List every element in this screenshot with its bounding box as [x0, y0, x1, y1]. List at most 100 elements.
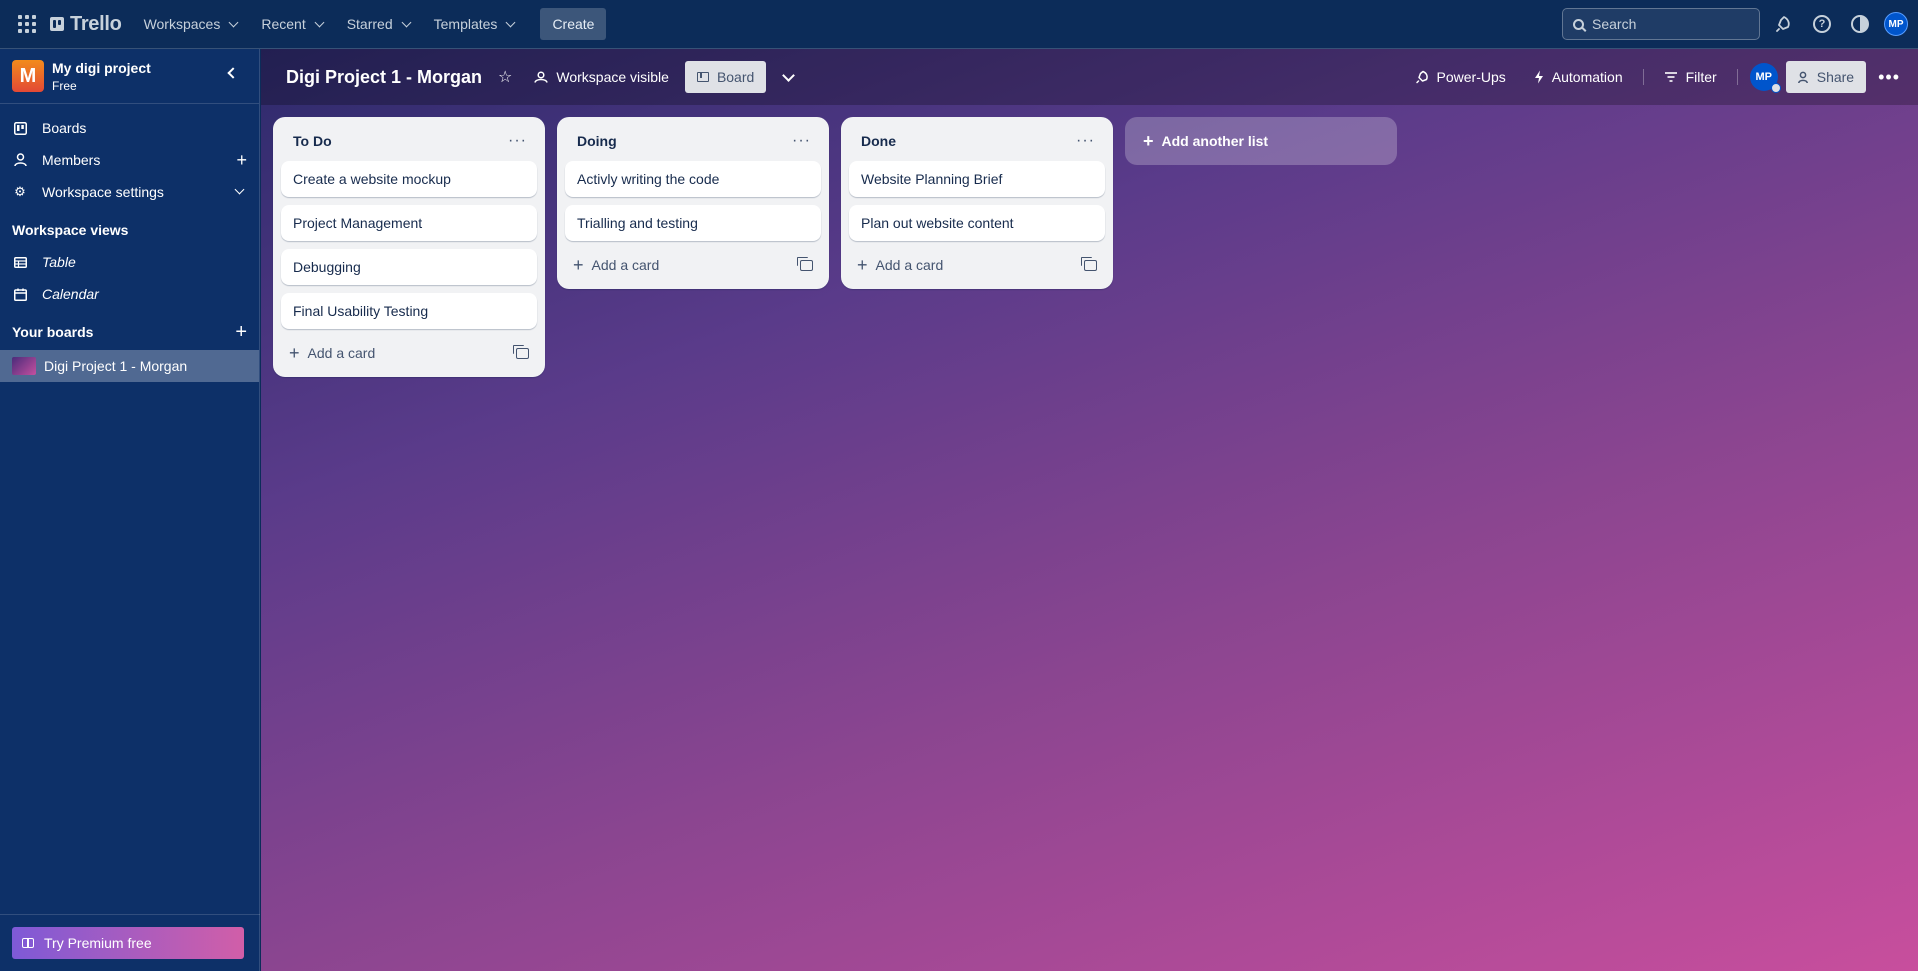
power-ups-button[interactable]: Power-Ups — [1403, 61, 1518, 93]
list-title[interactable]: To Do — [293, 133, 332, 149]
card[interactable]: Create a website mockup — [281, 161, 537, 197]
sidebar-item-label: Calendar — [42, 286, 99, 302]
admin-badge-icon — [1770, 83, 1781, 93]
list-title[interactable]: Done — [861, 133, 896, 149]
card[interactable]: Project Management — [281, 205, 537, 241]
chevron-down-icon — [781, 68, 795, 82]
sidebar-board-digi-project[interactable]: Digi Project 1 - Morgan — [0, 350, 259, 382]
search-input[interactable] — [1592, 16, 1742, 32]
create-button[interactable]: Create — [540, 8, 607, 40]
sidebar-item-members[interactable]: Members + — [0, 144, 259, 176]
calendar-icon — [12, 288, 28, 301]
nav-recent-dropdown[interactable]: Recent — [251, 8, 332, 40]
plus-icon: + — [289, 343, 300, 363]
board-header-actions: Power-Ups Automation Filter MP Share ••• — [1403, 61, 1908, 93]
visibility-button[interactable]: Workspace visible — [530, 63, 673, 91]
board-view-button[interactable]: Board — [684, 61, 767, 93]
list-doing: Doing ··· Activly writing the code Trial… — [557, 117, 829, 289]
add-card-button[interactable]: + Add a card — [289, 344, 375, 362]
sidebar-item-label: Boards — [42, 120, 87, 136]
add-card-label: Add a card — [591, 257, 660, 273]
header-divider — [1736, 69, 1738, 85]
sidebar-item-workspace-settings[interactable]: ⚙ Workspace settings — [0, 176, 259, 208]
help-button[interactable]: ? — [1808, 10, 1836, 38]
nav-workspaces-label: Workspaces — [143, 16, 221, 32]
add-card-label: Add a card — [875, 257, 944, 273]
your-boards-label: Your boards — [12, 324, 94, 340]
star-icon[interactable]: ☆ — [498, 67, 512, 87]
try-premium-label: Try Premium free — [44, 935, 152, 951]
add-card-label: Add a card — [307, 345, 376, 361]
list-menu-icon[interactable]: ··· — [1072, 130, 1099, 152]
add-card-row: + Add a card — [565, 249, 821, 281]
filter-icon — [1664, 72, 1677, 82]
theme-toggle-button[interactable] — [1846, 10, 1874, 38]
sidebar-item-boards[interactable]: Boards — [0, 112, 259, 144]
list-menu-icon[interactable]: ··· — [504, 130, 531, 152]
chevron-down-icon — [314, 17, 325, 27]
filter-button[interactable]: Filter — [1652, 61, 1729, 93]
app-switcher-icon[interactable] — [16, 13, 38, 35]
create-from-template-icon[interactable] — [513, 344, 529, 359]
search-icon — [1573, 18, 1584, 30]
notifications-button[interactable] — [1770, 10, 1798, 38]
sidebar: M My digi project Free Boards Members + … — [0, 49, 260, 971]
automation-button[interactable]: Automation — [1522, 61, 1635, 93]
lightning-icon — [1534, 70, 1543, 84]
chevron-down-icon — [228, 17, 239, 27]
user-avatar[interactable]: MP — [1884, 12, 1908, 36]
card[interactable]: Plan out website content — [849, 205, 1105, 241]
nav-templates-dropdown[interactable]: Templates — [424, 8, 525, 40]
list-to-do: To Do ··· Create a website mockup Projec… — [273, 117, 545, 377]
top-navigation-bar: Trello Workspaces Recent Starred Templat… — [0, 0, 1918, 49]
add-card-button[interactable]: + Add a card — [857, 256, 943, 274]
create-from-template-icon[interactable] — [797, 256, 813, 271]
header-divider — [1642, 69, 1644, 85]
board-canvas: Digi Project 1 - Morgan ☆ Workspace visi… — [261, 49, 1918, 971]
nav-templates-label: Templates — [433, 16, 498, 32]
views-dropdown-button[interactable] — [772, 61, 804, 93]
list-header: Done ··· — [849, 125, 1105, 157]
help-icon: ? — [1813, 15, 1831, 33]
board-view-label: Board — [716, 69, 755, 85]
add-member-icon[interactable]: + — [236, 150, 247, 171]
create-from-template-icon[interactable] — [1081, 256, 1097, 271]
card[interactable]: Debugging — [281, 249, 537, 285]
list-title[interactable]: Doing — [577, 133, 617, 149]
plus-icon: + — [1143, 131, 1154, 151]
board-member-avatar[interactable]: MP — [1749, 63, 1781, 93]
workspace-plan: Free — [52, 78, 77, 93]
board-title[interactable]: Digi Project 1 - Morgan — [286, 67, 482, 88]
power-ups-label: Power-Ups — [1436, 69, 1506, 85]
card[interactable]: Final Usability Testing — [281, 293, 537, 329]
add-another-list-button[interactable]: + Add another list — [1125, 117, 1397, 165]
nav-starred-dropdown[interactable]: Starred — [337, 8, 420, 40]
chevron-down-icon — [505, 17, 516, 27]
search-box[interactable] — [1562, 8, 1760, 40]
board-thumbnail — [12, 357, 36, 375]
card[interactable]: Website Planning Brief — [849, 161, 1105, 197]
nav-workspaces-dropdown[interactable]: Workspaces — [134, 8, 248, 40]
workspace-logo[interactable]: M — [12, 60, 44, 92]
list-done: Done ··· Website Planning Brief Plan out… — [841, 117, 1113, 289]
collapse-sidebar-icon[interactable] — [227, 67, 239, 79]
visibility-label: Workspace visible — [556, 69, 669, 85]
board-header: Digi Project 1 - Morgan ☆ Workspace visi… — [261, 49, 1918, 105]
sidebar-item-table[interactable]: Table — [0, 246, 259, 278]
contrast-icon — [1851, 15, 1869, 33]
list-header: Doing ··· — [565, 125, 821, 157]
sidebar-board-label: Digi Project 1 - Morgan — [44, 358, 188, 374]
sidebar-item-calendar[interactable]: Calendar — [0, 278, 259, 310]
workspace-name[interactable]: My digi project — [52, 60, 151, 76]
list-header: To Do ··· — [281, 125, 537, 157]
share-button[interactable]: Share — [1785, 61, 1867, 93]
list-menu-icon[interactable]: ··· — [788, 130, 815, 152]
card[interactable]: Trialling and testing — [565, 205, 821, 241]
gear-icon: ⚙ — [14, 184, 26, 199]
try-premium-button[interactable]: Try Premium free — [12, 927, 244, 959]
board-menu-icon[interactable]: ••• — [1870, 67, 1908, 88]
add-card-button[interactable]: + Add a card — [573, 256, 659, 274]
trello-logo[interactable]: Trello — [50, 13, 122, 36]
add-board-icon[interactable]: + — [235, 321, 247, 344]
card[interactable]: Activly writing the code — [565, 161, 821, 197]
